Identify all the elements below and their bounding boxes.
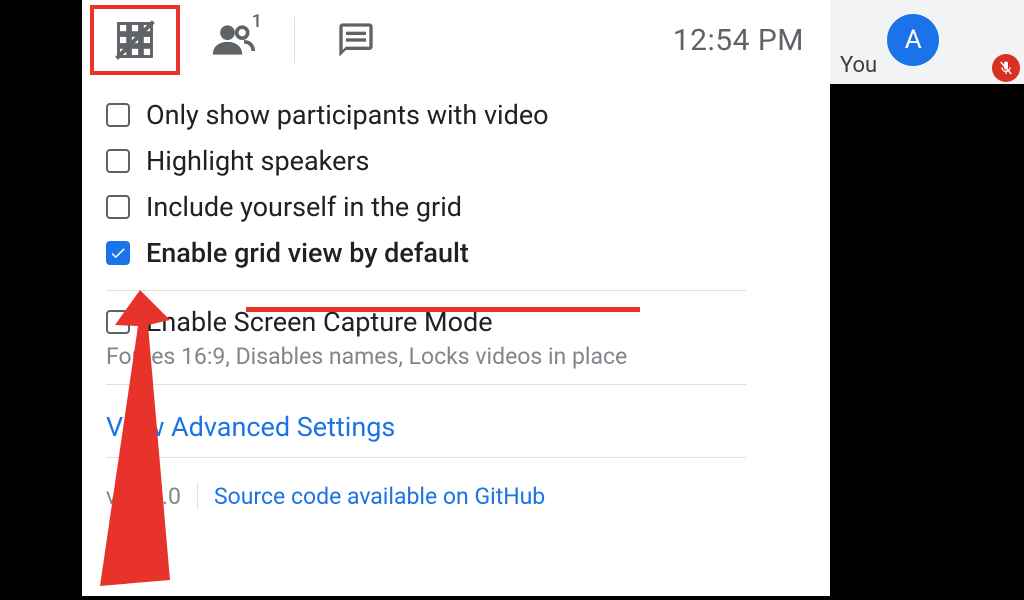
self-video-tile: You A [830,0,1024,84]
you-label: You [840,53,877,80]
options-list: Only show participants with video Highli… [82,80,830,276]
participants-count: 1 [252,11,262,32]
divider [106,384,746,385]
chat-button[interactable] [311,5,401,75]
mic-muted-badge [992,54,1020,82]
annotation-underline [246,307,640,312]
screen-capture-description: Forces 16:9, Disables names, Locks video… [82,343,830,370]
topbar: 1 12:54 PM [82,0,830,80]
option-label: Only show participants with video [146,99,549,131]
settings-panel: 1 12:54 PM Only show participants with v… [82,0,830,596]
option-highlight-speakers: Highlight speakers [106,138,830,184]
view-advanced-settings-link[interactable]: View Advanced Settings [106,411,395,443]
divider [294,17,295,63]
option-include-self: Include yourself in the grid [106,184,830,230]
checkbox[interactable] [106,195,130,219]
option-screen-capture: Enable Screen Capture Mode [82,299,830,345]
checkbox[interactable] [106,103,130,127]
chat-icon [336,20,376,60]
check-icon [109,244,127,262]
divider [197,482,198,510]
option-only-video: Only show participants with video [106,92,830,138]
option-label: Enable grid view by default [146,237,469,269]
divider [106,457,746,458]
grid-view-off-icon [113,18,157,62]
checkbox[interactable] [106,149,130,173]
grid-view-toggle-button[interactable] [90,5,180,75]
avatar: A [887,14,939,66]
clock: 12:54 PM [673,23,804,58]
checkbox[interactable] [106,310,130,334]
option-label: Include yourself in the grid [146,191,462,223]
people-icon [211,18,255,62]
mic-off-icon [998,60,1014,76]
option-enable-grid-default: Enable grid view by default [106,230,830,276]
source-code-link[interactable]: Source code available on GitHub [214,483,545,510]
advanced-settings-row: View Advanced Settings [82,393,830,443]
version-label: v1.39.0 [106,483,181,510]
checkbox[interactable] [106,241,130,265]
participants-button[interactable]: 1 [188,5,278,75]
divider [106,290,746,291]
option-label: Highlight speakers [146,145,369,177]
footer: v1.39.0 Source code available on GitHub [82,466,830,510]
